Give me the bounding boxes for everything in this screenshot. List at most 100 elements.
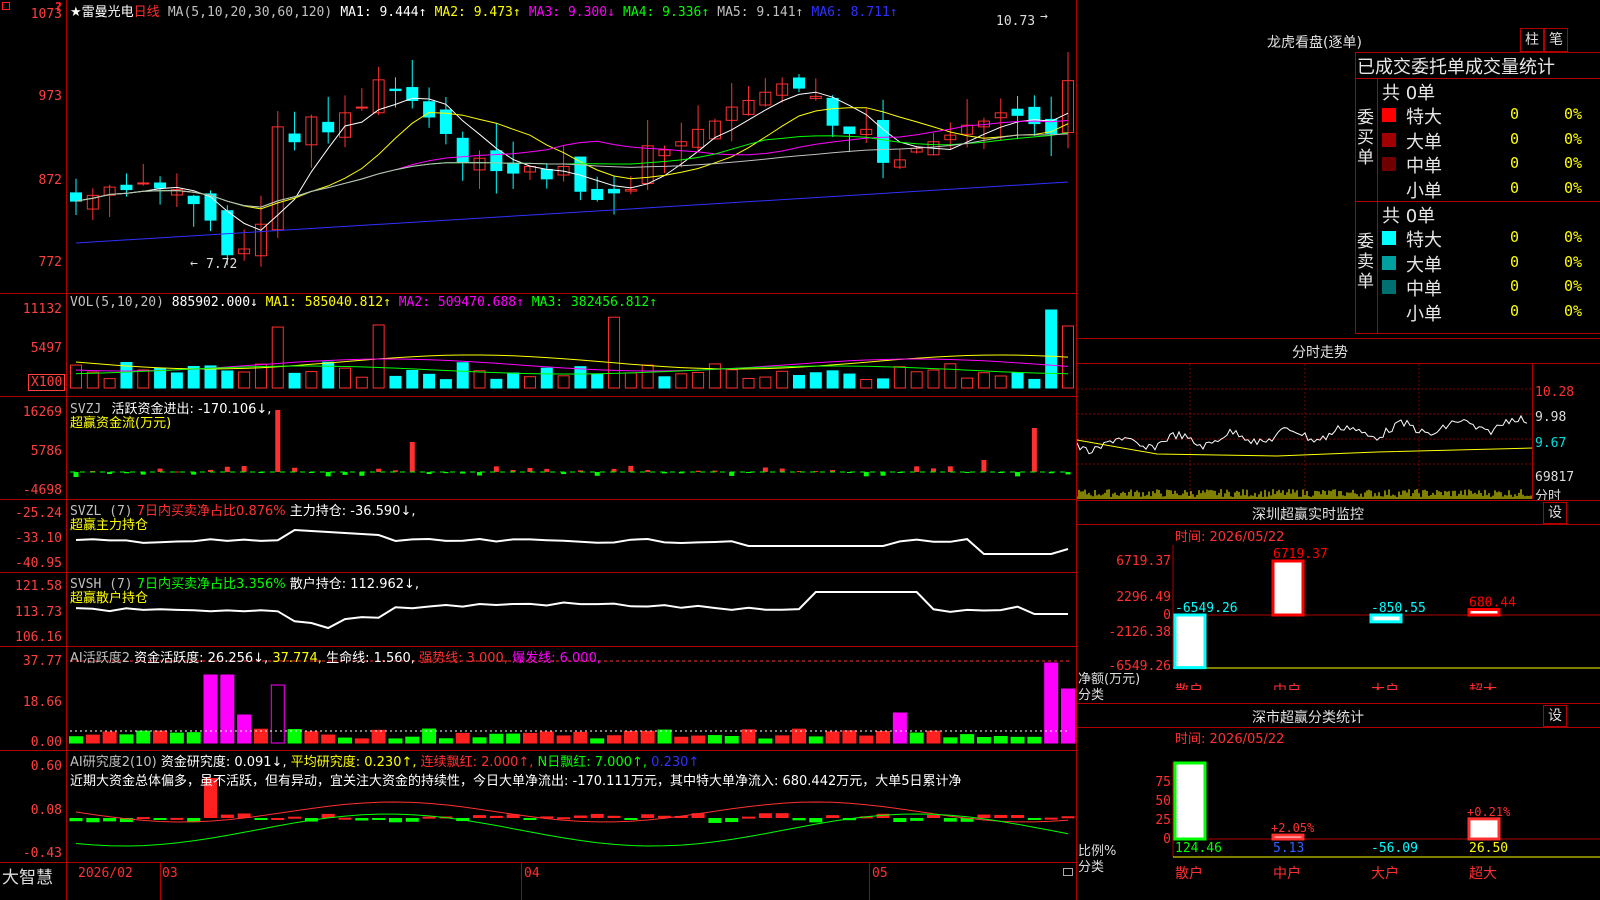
ai1-ytick-2: 0.00 <box>30 735 62 750</box>
volume-bar <box>776 370 789 389</box>
ai2-bar <box>153 818 167 820</box>
svzj-bar <box>1065 472 1071 475</box>
ai2-title: AI研究度2(10) <box>70 755 157 770</box>
sell-side-label: 委卖单 <box>1357 232 1374 292</box>
volume-bar <box>675 373 688 389</box>
fenshi-price-0: 10.28 <box>1535 385 1575 400</box>
sell-color-swatch <box>1382 231 1396 245</box>
ai2-bar <box>355 818 369 821</box>
svzj-subtitle: 超赢资金流(万元) <box>70 416 172 431</box>
sz-bar <box>1173 613 1207 670</box>
volume-bar <box>792 374 805 389</box>
svzj-bar <box>863 472 869 477</box>
ai1-bar <box>859 735 874 744</box>
date-label-3: 05 <box>872 866 888 881</box>
svzj-bar <box>275 410 281 472</box>
svzj-bar <box>224 466 230 472</box>
volume-bar <box>406 370 419 389</box>
buy-name: 中单 <box>1406 156 1442 177</box>
class-category-label: 中户 <box>1273 865 1301 882</box>
column-toggle-button[interactable]: 柱 <box>1520 28 1544 52</box>
volume-bar <box>423 373 436 389</box>
vol-ma2: MA2: 509470.688↑ <box>398 295 524 310</box>
ai1-bar <box>808 736 823 744</box>
sz-monitor-settings-button[interactable]: 设 <box>1543 502 1567 524</box>
ai1-bar <box>203 674 218 744</box>
vol-unit: X100 <box>28 374 66 391</box>
ai1-bar <box>186 732 201 744</box>
ai1-bar <box>321 734 336 744</box>
ai2-bar <box>254 818 268 820</box>
ma1-line <box>75 91 1069 231</box>
class-bar-top-label: +0.21% <box>1467 805 1511 819</box>
volume-bar <box>221 370 234 389</box>
buy-row: 小单 0 0% <box>1382 177 1600 202</box>
candle-body <box>843 126 856 134</box>
candle-body <box>154 182 167 189</box>
kline-header: ★雷曼光电日线 MA(5,10,20,30,60,120) MA1: 9.444… <box>70 1 898 20</box>
vol-ytick-1: 5497 <box>30 341 62 356</box>
ai1-bar <box>304 731 319 744</box>
period-label[interactable]: 日线 <box>134 5 160 20</box>
svzj-bar <box>880 472 886 476</box>
ai2-bar <box>893 818 907 823</box>
buy-color-swatch <box>1382 108 1396 122</box>
class-ytick: 50 <box>1155 794 1171 809</box>
buy-name: 大单 <box>1406 131 1442 153</box>
sz-category-label: 大户 <box>1371 682 1399 690</box>
sz-bar <box>1369 613 1403 624</box>
ai1-bar <box>1027 736 1042 744</box>
ai1-bar <box>506 733 521 744</box>
sz-bar-label: -6549.26 <box>1175 601 1238 616</box>
class-category-label: 大户 <box>1371 865 1399 882</box>
sell-row: 中单 0 0% <box>1382 275 1600 300</box>
svzj-bar <box>779 468 785 472</box>
svzl-ytick-0: -25.24 <box>15 506 62 521</box>
svzj-bar <box>544 468 550 472</box>
vol-ytick-0: 11132 <box>22 302 62 317</box>
ai2-bar <box>523 818 537 820</box>
star-icon[interactable]: ★ <box>70 5 82 20</box>
sell-name: 特大 <box>1406 230 1442 251</box>
sz-monitor-footer2: 分类 <box>1078 688 1105 703</box>
svzj-bar <box>762 467 768 472</box>
volume-bar <box>238 371 251 389</box>
ai1-header: AI活跃度2 资金活跃度: 26.256↓, 37.774, 生命线: 1.56… <box>70 647 601 666</box>
class-bar <box>1467 817 1501 841</box>
svzj-bar <box>628 465 634 472</box>
sz-ytick: 2296.49 <box>1116 590 1171 605</box>
ai2-header: AI研究度2(10) 资金研究度: 0.091↓, 平均研究度: 0.230↑,… <box>70 751 699 770</box>
class-ytick: 0 <box>1163 832 1171 847</box>
ai1-bar <box>1061 688 1075 744</box>
sell-row: 小单 0 0% <box>1382 300 1600 325</box>
ai1-bar <box>657 729 672 744</box>
pen-toggle-button[interactable]: 笔 <box>1544 28 1568 52</box>
sell-total: 共 0单 <box>1382 206 1436 227</box>
volume-bar <box>826 370 839 389</box>
sz-class-settings-button[interactable]: 设 <box>1543 705 1567 727</box>
ai1-bar <box>892 712 907 744</box>
volume-bar <box>439 379 452 389</box>
ai2-bar <box>809 818 823 823</box>
ai1-title: AI活跃度2 <box>70 651 130 666</box>
ai1-bar <box>926 730 941 744</box>
ai2-bar <box>641 814 655 818</box>
volume-bar <box>624 372 637 389</box>
intraday-chart[interactable] <box>1077 364 1533 499</box>
svsh-ytick-1: 113.73 <box>15 605 62 620</box>
fenshi-price-line <box>1077 414 1528 455</box>
buy-color-swatch <box>1382 157 1396 171</box>
volume-bar <box>692 371 705 389</box>
sz-bar <box>1271 559 1305 617</box>
svzj-bar <box>527 467 533 472</box>
sell-pct: 0% <box>1564 252 1583 271</box>
lock-icon[interactable] <box>1063 868 1073 876</box>
ai2-bar <box>792 818 806 821</box>
volume-bar <box>490 378 503 389</box>
sz-class-chart: 75 50 25 0 124.46 散户 +2.05% 5.13 中户 -56.09 大户 +0.21… <box>1155 761 1600 882</box>
volume-bar <box>170 372 183 389</box>
vol-ma3: MA3: 382456.812↑ <box>531 295 658 310</box>
ai2-bar <box>1061 816 1075 819</box>
sz-class-footer2: 分类 <box>1078 860 1105 875</box>
sell-pct: 0% <box>1564 277 1583 295</box>
